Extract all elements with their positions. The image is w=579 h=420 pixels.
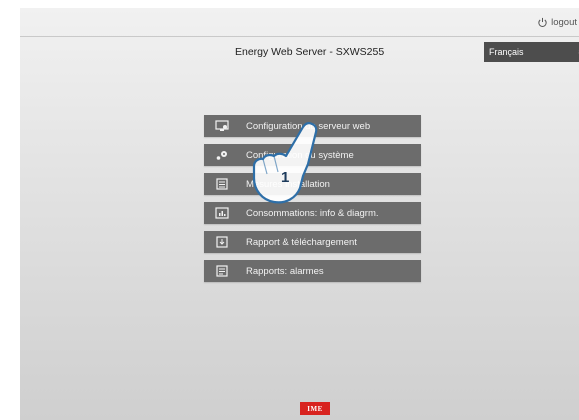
step-number-label: 1 xyxy=(281,169,289,186)
pointing-hand-icon: 1 xyxy=(252,122,318,204)
menu-item-alarm-reports[interactable]: Rapports: alarmes xyxy=(204,260,421,282)
logout-label: logout xyxy=(551,16,577,28)
menu-item-report-download[interactable]: Rapport & téléchargement xyxy=(204,231,421,253)
power-icon xyxy=(538,17,547,27)
menu-item-label: Rapport & téléchargement xyxy=(246,236,357,248)
app-screen: logout Energy Web Server - SXWS255 Franç… xyxy=(20,8,579,420)
monitor-config-icon xyxy=(214,119,230,133)
menu-item-label: Consommations: info & diagrm. xyxy=(246,207,379,219)
alarm-report-icon xyxy=(214,264,230,278)
top-bar: logout xyxy=(20,8,579,37)
language-label: Français xyxy=(489,47,524,57)
gears-icon xyxy=(214,148,230,162)
report-download-icon xyxy=(214,235,230,249)
language-selector[interactable]: Français ≡ xyxy=(484,42,579,62)
chart-icon xyxy=(214,206,230,220)
list-icon xyxy=(214,177,230,191)
menu-item-label: Rapports: alarmes xyxy=(246,265,324,277)
logout-button[interactable]: logout xyxy=(537,14,577,30)
ime-logo: IME xyxy=(300,402,330,415)
page-title: Energy Web Server - SXWS255 xyxy=(235,46,385,58)
